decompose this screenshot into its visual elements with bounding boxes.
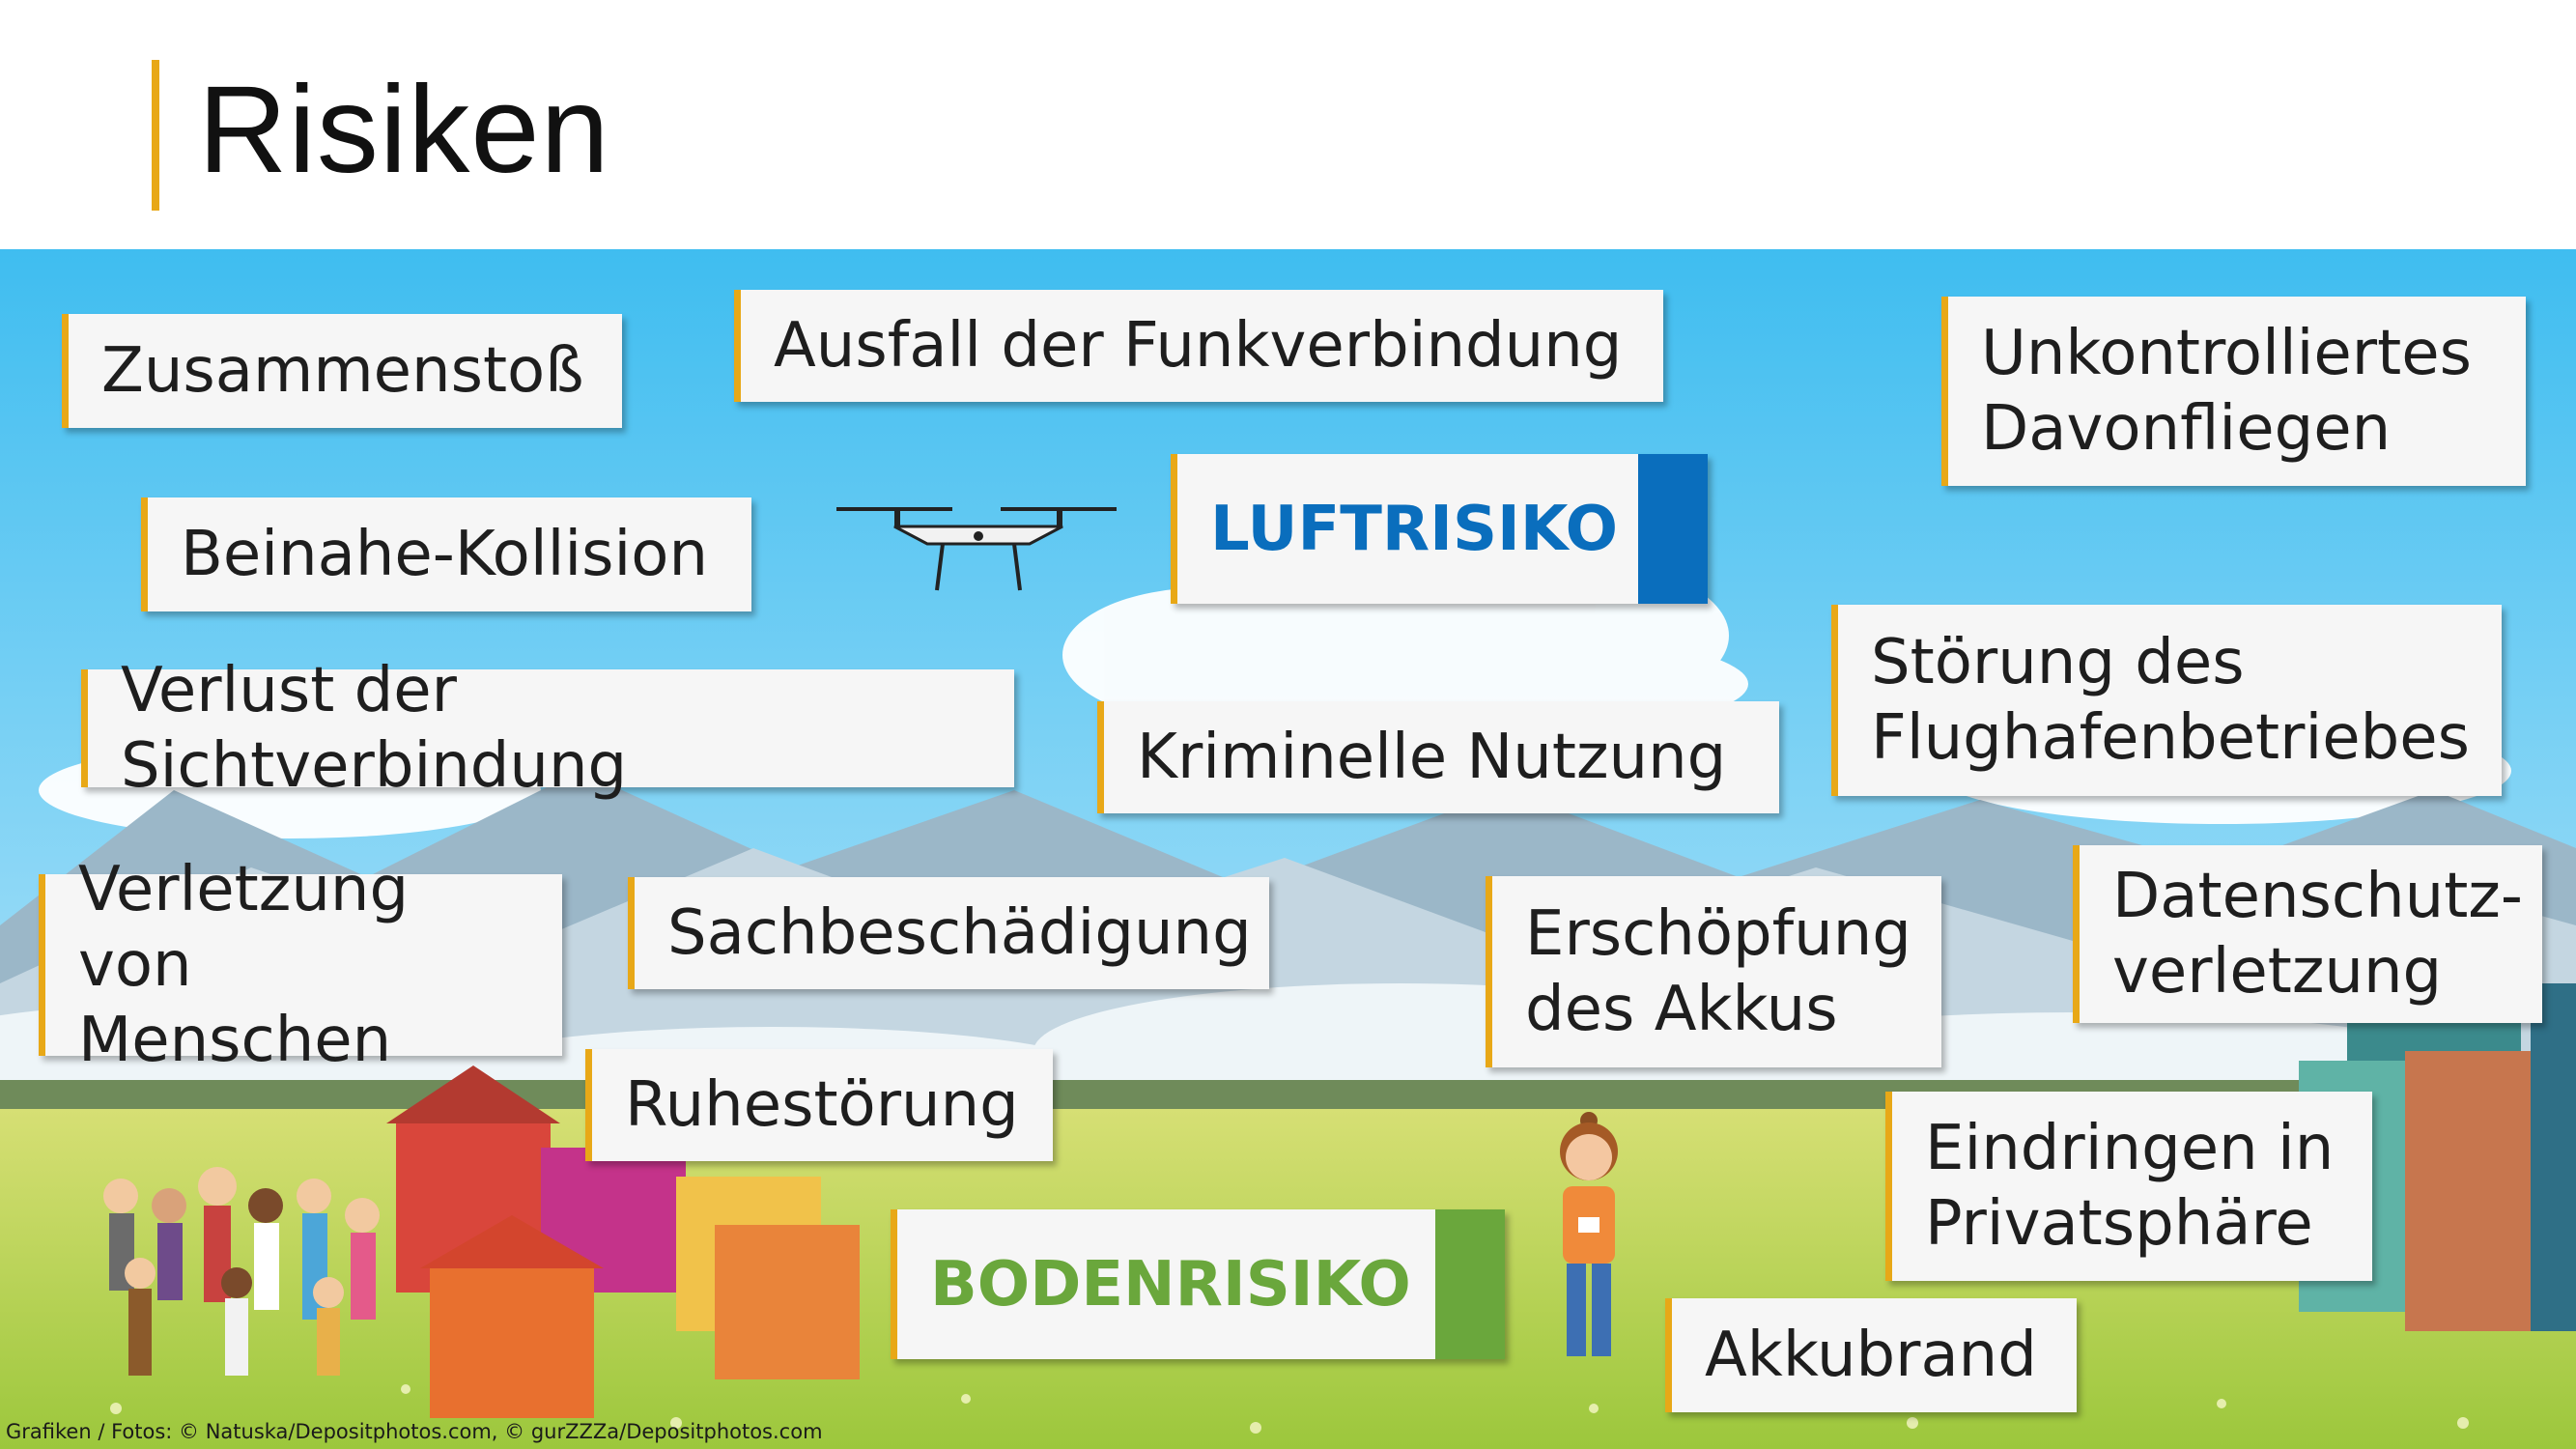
risk-kriminelle-nutzung: Kriminelle Nutzung [1097, 701, 1779, 813]
risk-akku-erschoepfung: Erschöpfung des Akkus [1486, 876, 1941, 1067]
image-credit: Grafiken / Fotos: © Natuska/Depositphoto… [6, 1420, 823, 1443]
category-ground-risk: BODENRISIKO [891, 1209, 1505, 1359]
title-accent-bar [152, 60, 159, 211]
risk-davonfliegen: Unkontrolliertes Davonfliegen [1941, 297, 2526, 486]
risk-sichtverbindung: Verlust der Sichtverbindung [81, 655, 1014, 802]
risk-akkubrand: Akkubrand [1665, 1298, 2077, 1412]
people-group-icon [103, 1167, 380, 1376]
drone-pilot-icon [1560, 1112, 1618, 1356]
category-ground-label: BODENRISIKO [930, 1248, 1411, 1321]
risk-ruhestoerung: Ruhestörung [585, 1049, 1053, 1161]
page-title: Risiken [198, 61, 610, 199]
category-air-marker [1638, 454, 1708, 604]
risk-flughafenbetrieb: Störung des Flughafenbetriebes [1831, 605, 2502, 796]
risk-datenschutz: Datenschutz- verletzung [2073, 845, 2542, 1023]
category-air-label: LUFTRISIKO [1210, 493, 1618, 565]
risk-privatsphaere: Eindringen in Privatsphäre [1885, 1092, 2372, 1281]
category-air-risk: LUFTRISIKO [1171, 454, 1708, 604]
drone-icon [836, 507, 1117, 591]
category-ground-marker [1435, 1209, 1505, 1359]
risk-zusammenstoss: Zusammenstoß [62, 314, 622, 428]
risk-funkverbindung: Ausfall der Funkverbindung [734, 290, 1663, 402]
risk-beinahe-kollision: Beinahe-Kollision [141, 497, 751, 611]
risk-sachbeschaedigung: Sachbeschädigung [628, 877, 1269, 989]
risk-verletzung-menschen: Verletzung von Menschen [39, 854, 562, 1076]
